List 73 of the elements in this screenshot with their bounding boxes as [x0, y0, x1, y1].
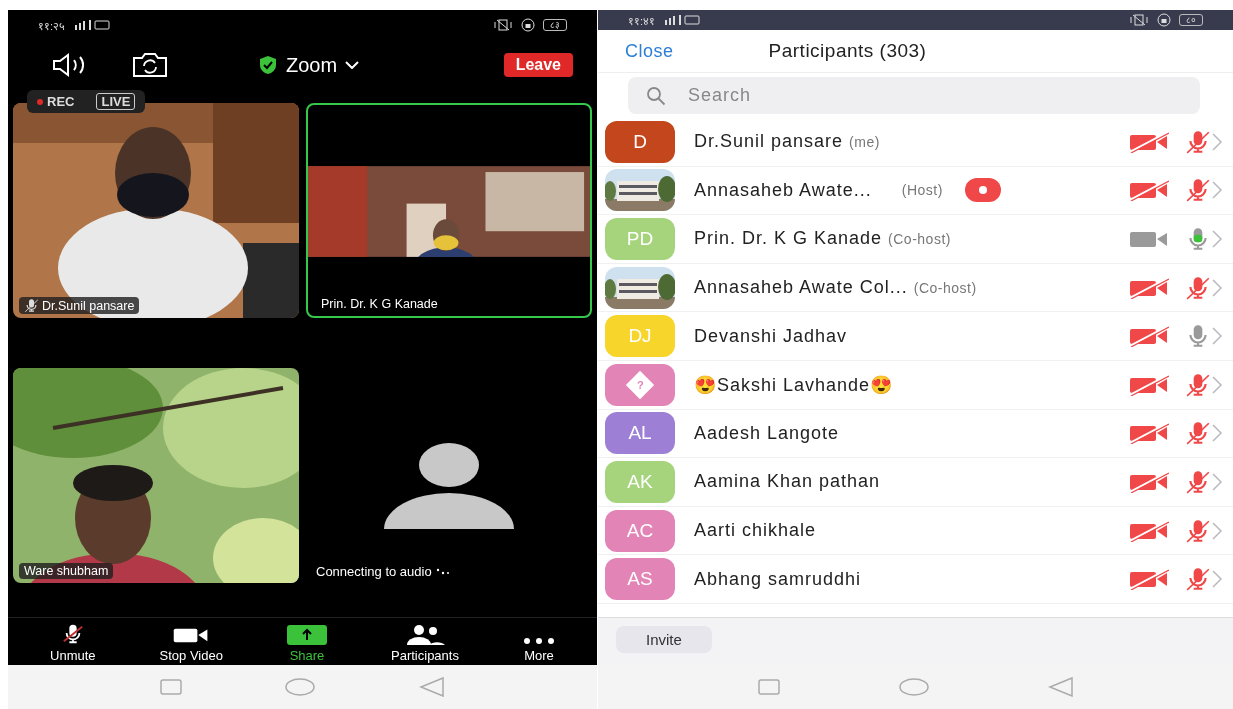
more-icon [522, 637, 555, 645]
leave-button[interactable]: Leave [503, 53, 573, 77]
back-icon[interactable] [1047, 677, 1074, 697]
home-icon[interactable] [285, 678, 316, 696]
role-tag: (me) [849, 133, 880, 150]
battery-indicator: ८० [1179, 14, 1203, 26]
participant-name[interactable]: Abhang samruddhi [694, 568, 862, 590]
participant-name[interactable]: Aamina Khan pathan [694, 471, 881, 493]
toolbar-button[interactable]: Stop Video [159, 625, 223, 663]
participant-name[interactable]: Annasaheb Awate... [694, 179, 872, 201]
chevron-icon[interactable] [1211, 180, 1223, 201]
participant-name[interactable]: 😍Sakshi Lavhande😍 [694, 373, 894, 396]
recent-apps-icon[interactable] [757, 679, 780, 695]
name-label: Ware shubham [19, 563, 114, 579]
chevron-icon[interactable] [1211, 569, 1223, 590]
toolbar-button[interactable]: Participants [391, 625, 459, 663]
invite-button[interactable]: Invite [616, 626, 712, 653]
chevron-icon[interactable] [1211, 229, 1223, 249]
name-label: Dr.Sunil pansare [19, 297, 140, 314]
avatar-silhouette-icon [384, 443, 514, 529]
participant-name[interactable]: Prin. Dr. K G Kanade [694, 228, 883, 250]
muted-mic-icon [60, 623, 85, 645]
chevron-icon[interactable] [1211, 423, 1223, 444]
recent-apps-icon[interactable] [159, 679, 182, 695]
chevron-icon[interactable] [1211, 326, 1223, 347]
switch-camera-icon[interactable] [132, 52, 168, 78]
back-icon[interactable] [419, 677, 446, 697]
participant-name[interactable]: Annasaheb Awate Col... [694, 277, 908, 299]
role-tag: (Co-host) [913, 279, 977, 296]
loading-dots-icon [435, 567, 450, 576]
avatar: AS [605, 558, 675, 601]
vibrate-icon [493, 19, 513, 31]
live-label: LIVE [96, 93, 136, 110]
chevron-down-icon [345, 61, 360, 69]
clock-time: ११:४१ [628, 13, 656, 28]
avatar: DJ [605, 315, 675, 358]
avatar: AL [605, 412, 675, 455]
avatar-placeholder-icon: ? [625, 370, 655, 399]
chevron-icon[interactable] [1211, 277, 1223, 298]
toolbar-button[interactable]: More [522, 637, 555, 663]
participant-name[interactable]: Dr.Sunil pansare [694, 131, 844, 153]
share-icon [287, 625, 327, 645]
role-tag: (Co-host) [888, 231, 951, 247]
people-icon [404, 625, 445, 645]
muted-mic-icon [24, 298, 39, 313]
close-link[interactable]: Close [625, 40, 674, 62]
name-label: Prin. Dr. K G Kanade [320, 296, 439, 312]
avatar: AC [605, 509, 675, 552]
toolbar-button[interactable]: Share [287, 625, 327, 663]
participant-name[interactable]: Aadesh Langote [694, 422, 840, 444]
avatar: D [605, 120, 675, 163]
chevron-icon[interactable] [1211, 131, 1223, 152]
screen-title: Participants (303) [768, 40, 927, 62]
chevron-icon[interactable] [1211, 374, 1223, 395]
shield-icon [258, 55, 278, 75]
chevron-icon[interactable] [1211, 471, 1223, 492]
home-icon[interactable] [898, 678, 929, 696]
role-tag: (Host) [901, 182, 943, 199]
toolbar-button[interactable]: Unmute [50, 623, 96, 663]
avatar: AK [605, 460, 675, 503]
active-video-tile[interactable]: Prin. Dr. K G Kanade [306, 103, 592, 318]
video-tile[interactable]: Ware shubham [13, 368, 299, 583]
connection-status: Connecting to audio [316, 564, 432, 579]
clock-time: ११:२५ [38, 18, 66, 33]
meeting-title-dropdown[interactable]: Zoom [258, 53, 360, 77]
participant-name[interactable]: Devanshi Jadhav [694, 325, 848, 347]
search-field[interactable]: Search [628, 77, 1200, 114]
chevron-icon[interactable] [1211, 520, 1223, 541]
participant-name[interactable]: Aarti chikhale [694, 520, 817, 542]
search-icon [646, 86, 666, 106]
battery-indicator: ८३ [543, 19, 567, 31]
vibrate-icon [1129, 14, 1149, 26]
avatar: PD [605, 218, 675, 260]
